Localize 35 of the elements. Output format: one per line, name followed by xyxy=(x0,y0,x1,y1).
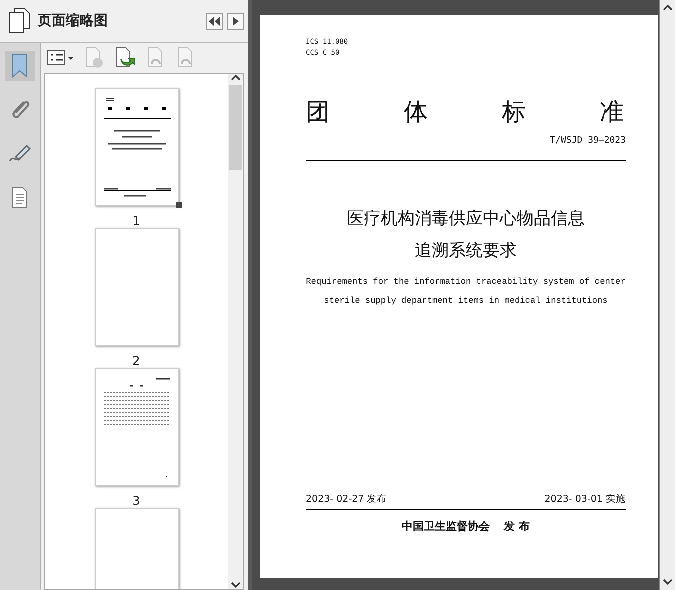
selection-handle-icon[interactable] xyxy=(176,202,182,208)
bookmark-icon xyxy=(10,53,30,79)
publish-date: 2023- 02-27 发布 xyxy=(306,492,388,506)
play-icon xyxy=(232,16,238,26)
effective-date: 2023- 03-01 实施 xyxy=(544,492,626,506)
page-number: 2 xyxy=(132,354,140,368)
sidebar-tab[interactable] xyxy=(5,51,35,81)
publisher-name: 中国卫生监督协会 xyxy=(402,519,490,534)
options-icon xyxy=(47,48,75,68)
scrollbar[interactable] xyxy=(659,0,675,590)
scroll-up-icon[interactable] xyxy=(662,4,672,11)
english-title: Requirements for the information traceability system of center xyxy=(306,276,626,289)
panel-title: 页面缩略图 xyxy=(38,12,109,30)
english-title: sterile supply department items in medical institutions xyxy=(324,295,608,308)
scroll-down-icon[interactable] xyxy=(230,582,240,589)
document-icon xyxy=(10,186,30,210)
scroll-down-icon[interactable] xyxy=(662,579,672,586)
publisher-suffix: 发 布 xyxy=(504,519,530,534)
pages-icon xyxy=(8,7,32,35)
standard-number: T/WSJD 39—2023 xyxy=(550,136,626,146)
expand-panel-button[interactable] xyxy=(227,12,244,30)
document-title: 医疗机构消毒供应中心物品信息 xyxy=(347,208,585,231)
collapse-panel-button[interactable] xyxy=(206,12,223,30)
heading-character: 准 xyxy=(600,97,624,128)
heading-character: 标 xyxy=(502,97,526,128)
heading-character: 体 xyxy=(404,97,428,128)
page-thumbnail[interactable] xyxy=(94,228,178,346)
document-title: 追溯系统要求 xyxy=(415,240,517,263)
scrollbar[interactable] xyxy=(228,74,243,589)
heading-character: 团 xyxy=(306,97,330,128)
scroll-up-icon[interactable] xyxy=(230,74,240,81)
page-number: 3 xyxy=(132,494,140,508)
scrollbar-thumb[interactable] xyxy=(229,85,242,170)
page-number: 1 xyxy=(132,214,140,228)
rewind-icon xyxy=(209,16,220,26)
